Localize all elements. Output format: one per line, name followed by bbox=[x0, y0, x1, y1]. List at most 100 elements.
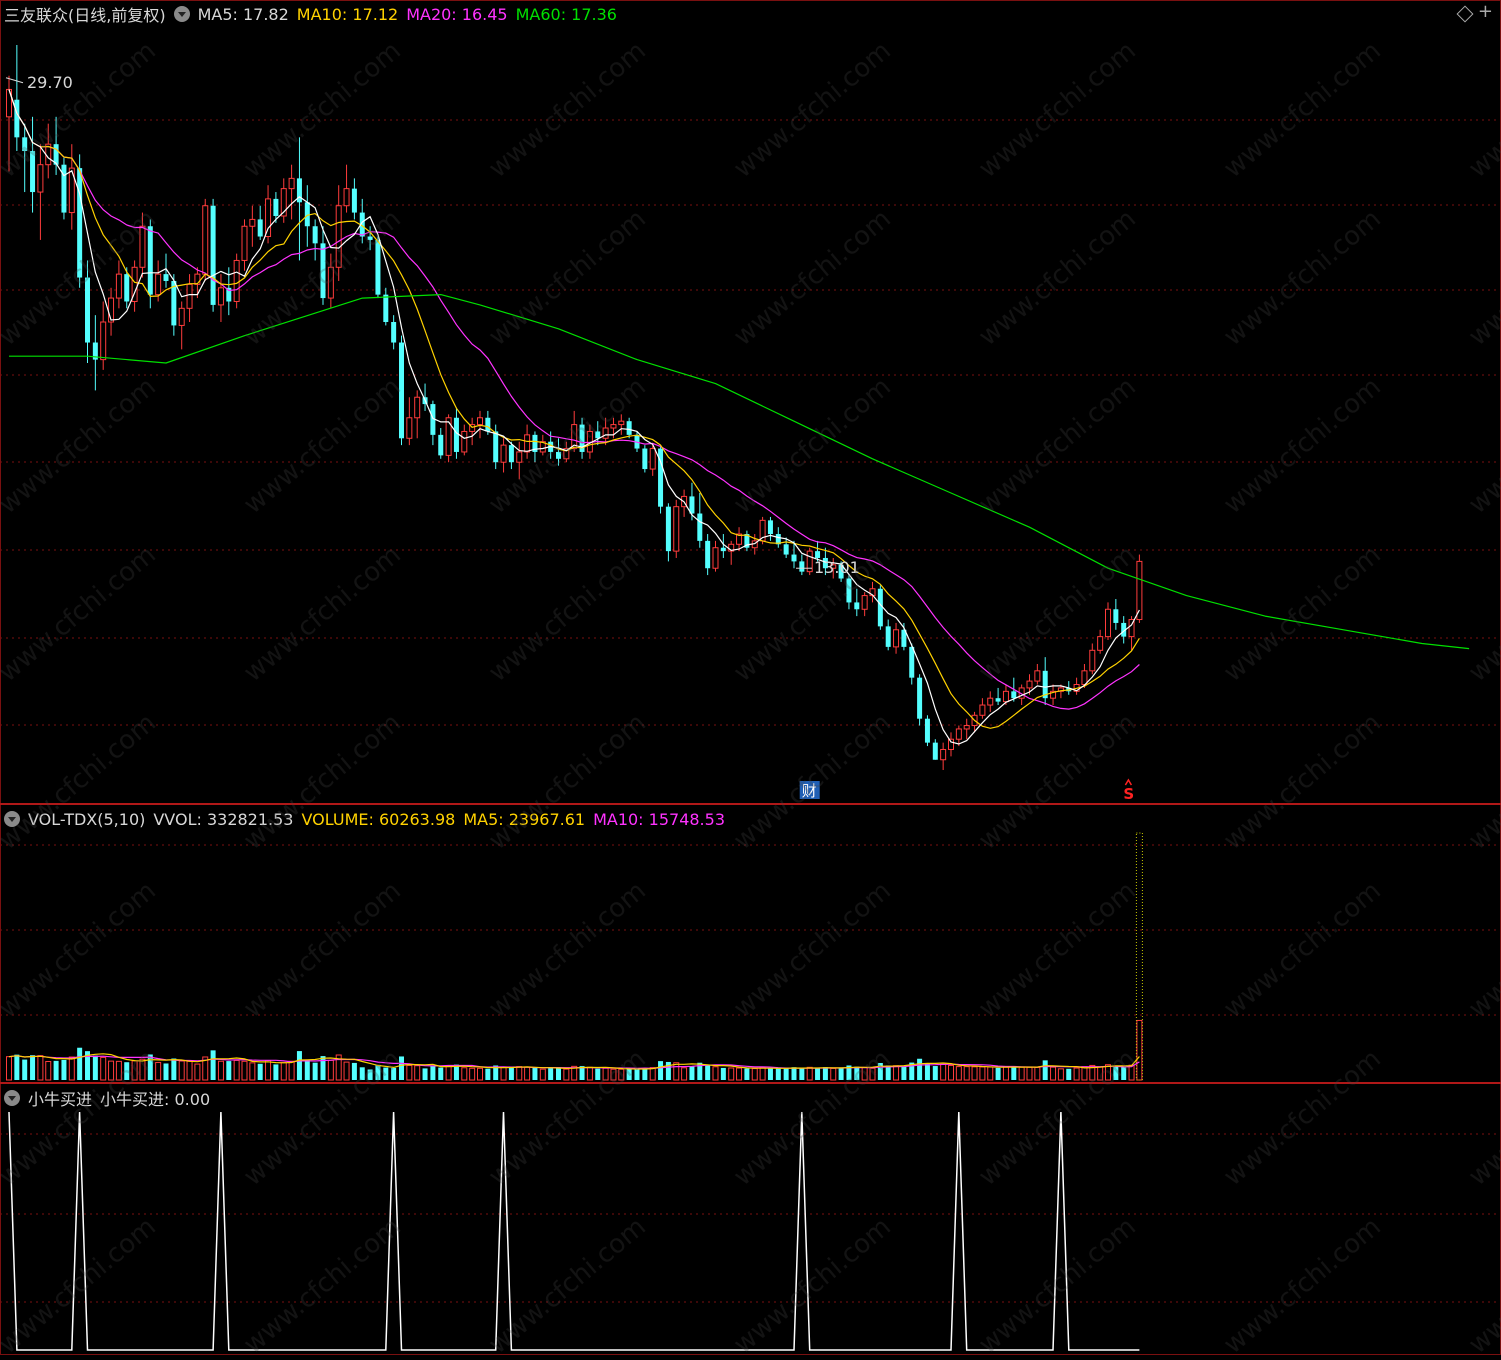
volume-bar bbox=[226, 1061, 232, 1080]
candle-body bbox=[85, 277, 90, 343]
candle-body bbox=[22, 137, 28, 152]
volume-bar bbox=[665, 1061, 671, 1080]
volume-bar bbox=[869, 1067, 876, 1081]
volume-bar bbox=[508, 1068, 514, 1080]
volume-bar bbox=[516, 1066, 523, 1081]
volume-bar bbox=[901, 1066, 907, 1080]
volume-bar bbox=[359, 1067, 365, 1080]
price-header: 三友联众(日线,前复权) MA5: 17.82 MA10: 17.12 MA20… bbox=[4, 4, 625, 26]
volume-bar bbox=[288, 1060, 295, 1081]
candle-body bbox=[1113, 609, 1119, 623]
volume-header: VOL-TDX(5,10) VVOL: 332821.53 VOLUME: 60… bbox=[4, 809, 733, 829]
candle-body bbox=[799, 561, 805, 572]
volume-label: VOLUME: 60263.98 bbox=[301, 809, 456, 829]
volume-bar bbox=[210, 1050, 216, 1080]
candle-body bbox=[649, 448, 656, 470]
volume-bar bbox=[838, 1068, 844, 1080]
volume-bar bbox=[1097, 1066, 1104, 1081]
volume-bar bbox=[100, 1056, 107, 1081]
volume-bar bbox=[689, 1065, 695, 1080]
indicator-name: 小牛买进 bbox=[28, 1090, 93, 1109]
volume-bar bbox=[524, 1066, 531, 1081]
vol-indicator-name: VOL-TDX(5,10) bbox=[28, 809, 146, 829]
volume-bar bbox=[108, 1060, 115, 1081]
crosshair-icon[interactable]: + bbox=[1478, 3, 1493, 21]
vol-ma5-label: MA5: 23967.61 bbox=[463, 809, 586, 829]
volume-bar bbox=[178, 1060, 185, 1081]
low-price-label: 13.01 bbox=[814, 558, 860, 577]
candle-body bbox=[147, 226, 153, 295]
candle-body bbox=[202, 205, 209, 275]
indicator-panel[interactable]: 小牛买进 小牛买进: 0.00 bbox=[0, 1082, 1501, 1357]
volume-bar bbox=[391, 1067, 397, 1080]
candle-body bbox=[367, 236, 373, 240]
candle-body bbox=[477, 417, 483, 426]
volume-bar bbox=[14, 1054, 20, 1080]
candle-body bbox=[995, 698, 1001, 702]
candle-body bbox=[712, 547, 719, 569]
indicator-line bbox=[8, 1111, 1140, 1351]
volume-panel[interactable]: VOL-TDX(5,10) VVOL: 332821.53 VOLUME: 60… bbox=[0, 803, 1501, 1082]
volume-bar bbox=[6, 1056, 12, 1081]
volume-bar bbox=[720, 1067, 726, 1080]
volume-bar bbox=[610, 1068, 617, 1081]
candle-body bbox=[163, 274, 169, 281]
candle-body bbox=[595, 431, 601, 439]
candle-body bbox=[665, 506, 671, 552]
candle-body bbox=[343, 188, 350, 207]
volume-bar bbox=[1057, 1068, 1064, 1081]
candle-body bbox=[265, 198, 272, 238]
dropdown-icon[interactable] bbox=[4, 811, 20, 827]
indicator-chart-svg[interactable] bbox=[0, 1084, 1501, 1357]
dropdown-icon[interactable] bbox=[173, 6, 190, 22]
candle-body bbox=[241, 225, 248, 261]
volume-bar bbox=[1113, 1065, 1119, 1080]
volume-chart-svg[interactable] bbox=[0, 805, 1501, 1082]
candle-body bbox=[1026, 680, 1033, 689]
candle-body bbox=[312, 226, 318, 244]
candle-body bbox=[124, 274, 130, 302]
vol-ma10-label: MA10: 15748.53 bbox=[593, 809, 725, 829]
volume-bar bbox=[430, 1065, 436, 1080]
candle-body bbox=[391, 322, 397, 343]
volume-bar bbox=[367, 1069, 373, 1080]
candle-body bbox=[705, 540, 711, 569]
indicator-value: 小牛买进: 0.00 bbox=[100, 1090, 211, 1109]
candle-body bbox=[556, 451, 561, 459]
volume-bar bbox=[1042, 1060, 1048, 1080]
candle-body bbox=[217, 287, 224, 306]
candle-body bbox=[854, 602, 860, 610]
volume-bar bbox=[539, 1068, 546, 1081]
price-panel[interactable]: 29.70 13.01 财 S 三友联众(日线,前复权) MA5: 17.82 MA1… bbox=[0, 0, 1501, 802]
candle-body bbox=[1002, 690, 1009, 703]
candle-body bbox=[288, 177, 295, 190]
volume-bar bbox=[806, 1066, 813, 1081]
candle-body bbox=[885, 626, 891, 647]
volume-bar bbox=[893, 1065, 900, 1081]
candle-body bbox=[948, 738, 954, 750]
volume-bar bbox=[280, 1062, 287, 1081]
candle-body bbox=[1105, 608, 1111, 638]
candle-body bbox=[618, 420, 625, 426]
volume-bar bbox=[469, 1067, 476, 1081]
volume-bar bbox=[406, 1064, 413, 1081]
finance-marker-label: 财 bbox=[802, 782, 817, 800]
volume-bar bbox=[45, 1061, 52, 1081]
candle-body bbox=[987, 697, 994, 706]
volume-bar bbox=[1034, 1066, 1041, 1081]
volume-bar bbox=[351, 1062, 357, 1080]
candle-body bbox=[767, 520, 773, 535]
volume-bar bbox=[987, 1066, 994, 1081]
volume-bar bbox=[1066, 1068, 1072, 1080]
volume-bar bbox=[705, 1064, 711, 1080]
volume-bar bbox=[296, 1051, 302, 1080]
candle-body bbox=[233, 259, 240, 302]
volume-bar bbox=[595, 1068, 601, 1080]
ma10-line bbox=[8, 89, 1140, 729]
volume-bar bbox=[830, 1067, 837, 1081]
price-chart-svg[interactable]: 29.70 13.01 财 S bbox=[0, 0, 1501, 802]
dropdown-icon[interactable] bbox=[4, 1090, 20, 1106]
ma20-line bbox=[8, 89, 1140, 710]
candle-body bbox=[815, 551, 821, 558]
candle-body bbox=[673, 506, 680, 552]
